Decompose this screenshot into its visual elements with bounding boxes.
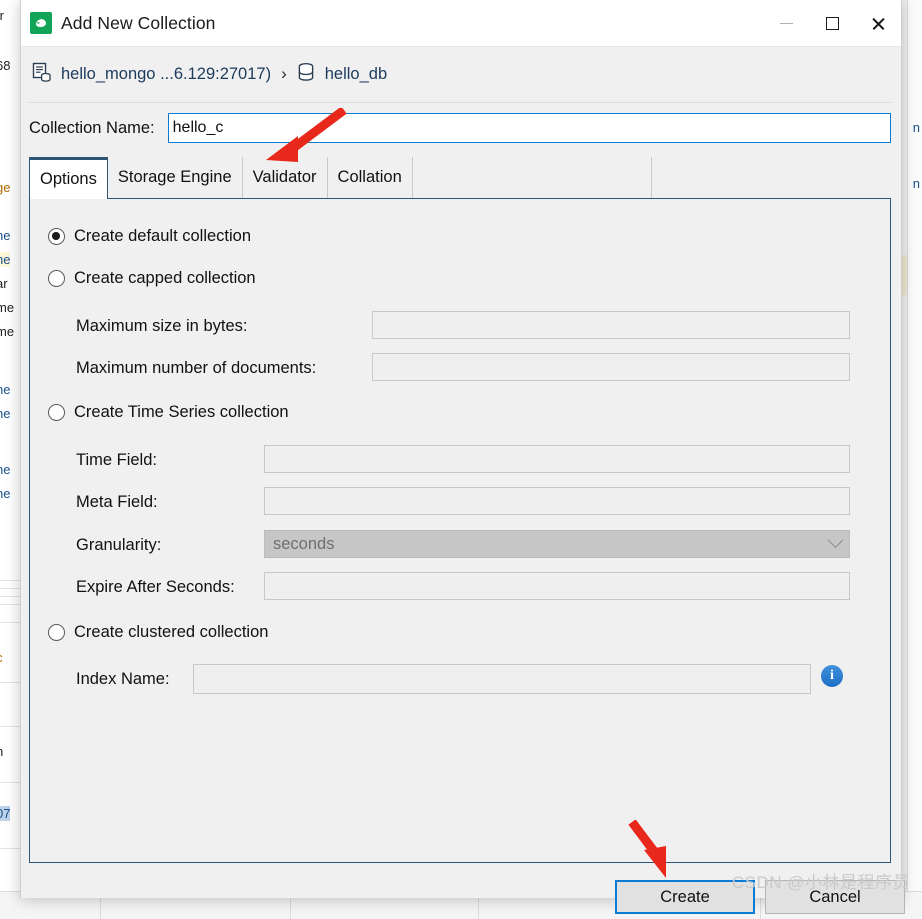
add-new-collection-dialog: Add New Collection hello_mongo ...6.129:… (20, 0, 905, 914)
radio-row-timeseries-collection[interactable]: Create Time Series collection (48, 403, 289, 422)
bg-fragment: he (0, 462, 11, 477)
max-documents-input[interactable] (372, 353, 850, 381)
time-field-label: Time Field: (76, 451, 157, 469)
dialog-title-bar: Add New Collection (21, 0, 901, 47)
expire-after-input[interactable] (264, 572, 850, 600)
max-size-label: Maximum size in bytes: (76, 317, 248, 335)
radio-create-clustered-collection[interactable] (48, 624, 65, 641)
radio-create-default-collection[interactable] (48, 228, 65, 245)
tab-filler (652, 157, 892, 198)
granularity-select[interactable]: seconds (264, 530, 850, 558)
dialog-body: hello_mongo ...6.129:27017) › hello_db C… (21, 47, 905, 914)
minimize-icon (779, 22, 793, 24)
bg-fragment: n (912, 176, 920, 191)
radio-row-capped-collection[interactable]: Create capped collection (48, 269, 256, 288)
close-icon (871, 16, 886, 31)
bg-fragment: c (0, 650, 3, 665)
field-label-expire-after: Expire After Seconds: (76, 578, 235, 597)
options-tab-bar: Options Storage Engine Validator Collati… (29, 157, 892, 200)
mongodb-leaf-icon (30, 12, 52, 34)
tab-validator[interactable]: Validator (242, 157, 328, 198)
breadcrumb-label-connection: hello_mongo ...6.129:27017) (61, 64, 272, 83)
radio-create-capped-collection[interactable] (48, 270, 65, 287)
max-size-input[interactable] (372, 311, 850, 339)
tab-collation[interactable]: Collation (327, 157, 413, 198)
field-label-max-size: Maximum size in bytes: (76, 317, 247, 336)
bg-fragment: he (0, 486, 11, 501)
radio-label-capped-collection: Create capped collection (74, 269, 256, 287)
collection-name-input[interactable] (167, 113, 891, 143)
radio-label-clustered-collection: Create clustered collection (74, 623, 269, 641)
tab-storage-engine[interactable]: Storage Engine (107, 157, 243, 198)
collection-name-row: Collection Name: (29, 113, 891, 143)
meta-field-label: Meta Field: (76, 493, 158, 511)
tab-filler (412, 157, 653, 198)
window-controls (763, 0, 901, 46)
radio-row-clustered-collection[interactable]: Create clustered collection (48, 623, 268, 642)
bg-fragment: me (0, 300, 15, 315)
dialog-footer: Create Cancel (29, 875, 905, 919)
bg-fragment: he (0, 252, 11, 267)
bg-fragment: me (0, 324, 15, 339)
tab-options[interactable]: Options (29, 157, 108, 200)
bg-fragment: ge (0, 180, 11, 195)
field-label-max-documents: Maximum number of documents: (76, 359, 316, 378)
info-icon[interactable]: i (821, 665, 843, 687)
radio-create-timeseries-collection[interactable] (48, 404, 65, 421)
bg-fragment: 68 (0, 58, 11, 73)
time-field-input[interactable] (264, 445, 850, 473)
bg-fragment: 07 (0, 806, 11, 821)
bg-fragment: n (912, 120, 920, 135)
bg-fragment: he (0, 228, 11, 243)
minimize-button[interactable] (763, 0, 809, 46)
index-name-input[interactable] (193, 664, 811, 694)
radio-label-timeseries-collection: Create Time Series collection (74, 403, 289, 421)
meta-field-input[interactable] (264, 487, 850, 515)
chevron-down-icon (827, 531, 844, 548)
bg-fragment: he (0, 406, 11, 421)
radio-label-default-collection: Create default collection (74, 227, 252, 245)
database-icon (295, 61, 317, 88)
bg-fragment: Ir (0, 8, 4, 23)
breadcrumb-divider (29, 102, 891, 103)
field-label-index-name: Index Name: (76, 670, 170, 689)
field-label-granularity: Granularity: (76, 536, 161, 555)
breadcrumb-item-connection[interactable]: hello_mongo ...6.129:27017) (31, 61, 271, 88)
field-label-time-field: Time Field: (76, 451, 157, 470)
bg-fragment: he (0, 382, 11, 397)
granularity-value: seconds (273, 534, 335, 553)
breadcrumb: hello_mongo ...6.129:27017) › hello_db (21, 47, 901, 91)
options-panel: Create default collection Create capped … (29, 199, 891, 863)
collection-name-label: Collection Name: (29, 118, 155, 137)
radio-row-default-collection[interactable]: Create default collection (48, 227, 251, 246)
server-connection-icon (31, 61, 53, 88)
max-documents-label: Maximum number of documents: (76, 359, 317, 377)
maximize-icon (825, 16, 839, 30)
bg-fragment: ar (0, 276, 8, 291)
bg-fragment: n (0, 744, 3, 759)
index-name-label: Index Name: (76, 670, 170, 688)
create-button[interactable]: Create (615, 880, 755, 914)
breadcrumb-item-database[interactable]: hello_db (295, 61, 387, 88)
granularity-label: Granularity: (76, 536, 162, 554)
window-title: Add New Collection (61, 12, 216, 33)
field-label-meta-field: Meta Field: (76, 493, 158, 512)
cancel-button[interactable]: Cancel (765, 880, 905, 914)
breadcrumb-separator: › (281, 64, 287, 83)
maximize-button[interactable] (809, 0, 855, 46)
breadcrumb-label-database: hello_db (324, 64, 388, 83)
expire-after-label: Expire After Seconds: (76, 578, 235, 596)
close-button[interactable] (855, 0, 901, 46)
